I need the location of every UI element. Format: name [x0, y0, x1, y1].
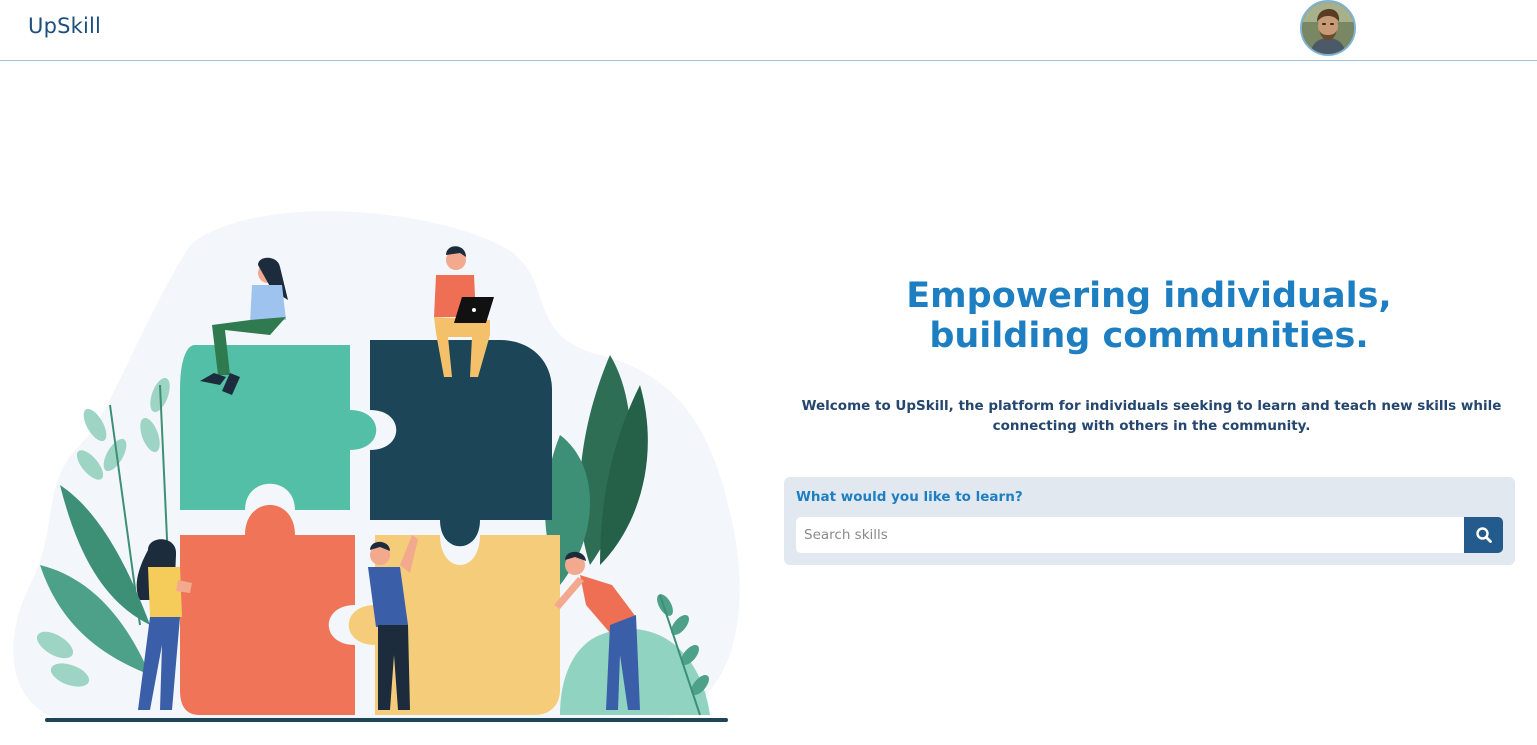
headline-line-1: Empowering individuals,	[906, 276, 1392, 316]
search-input[interactable]	[796, 517, 1464, 553]
top-navbar: UpSkill	[0, 0, 1537, 61]
search-icon	[1475, 527, 1492, 543]
search-label: What would you like to learn?	[796, 489, 1023, 505]
search-button[interactable]	[1464, 517, 1503, 553]
search-panel: What would you like to learn?	[784, 477, 1515, 565]
avatar-photo	[1302, 2, 1354, 54]
brand-logo-link[interactable]: UpSkill	[28, 14, 101, 38]
hero-section: Empowering individuals, building communi…	[784, 276, 1514, 356]
page-title: Empowering individuals, building communi…	[784, 276, 1514, 356]
headline-line-2: building communities.	[929, 316, 1369, 356]
puzzle-teamwork-illustration	[0, 205, 760, 735]
user-avatar-icon[interactable]	[1300, 0, 1356, 56]
welcome-text: Welcome to UpSkill, the platform for ind…	[801, 398, 1502, 434]
